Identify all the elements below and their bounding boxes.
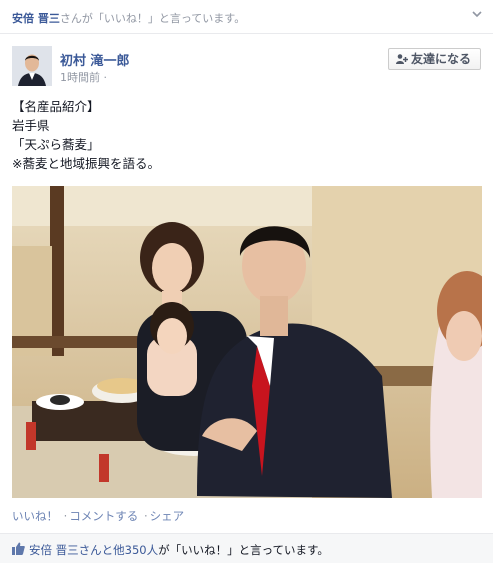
story-action-text: さんが「いいね！」と言っています。 — [59, 12, 246, 25]
author-avatar[interactable] — [12, 46, 52, 86]
story-header-text: 安倍 晋三さんが「いいね！」と言っています。 — [12, 10, 245, 26]
story-actor-link[interactable]: 安倍 晋三 — [12, 12, 60, 25]
comment-link[interactable]: コメントする — [69, 509, 138, 523]
likes-actors-link[interactable]: 安倍 晋三さんと他350人 — [29, 543, 158, 557]
share-link[interactable]: シェア — [150, 509, 185, 523]
likes-suffix: が「いいね！」と言っています。 — [158, 543, 329, 557]
chevron-down-icon[interactable] — [471, 8, 483, 20]
post-timestamp[interactable]: 1時間前 · — [60, 69, 107, 85]
post-photo[interactable] — [12, 186, 482, 498]
post-line: ※蕎麦と地域振興を語る。 — [12, 156, 160, 171]
author-name[interactable]: 初村 滝一郎 — [60, 50, 130, 69]
post-line: 【名産品紹介】 — [12, 99, 100, 114]
add-friend-label: 友達になる — [411, 52, 472, 66]
post-actions: いいね！ · コメントする · シェア — [12, 508, 184, 524]
post-line: 「天ぷら蕎麦」 — [12, 137, 100, 152]
like-link[interactable]: いいね！ — [12, 509, 58, 523]
add-friend-button[interactable]: 友達になる — [388, 48, 481, 70]
post-text: 【名産品紹介】 岩手県 「天ぷら蕎麦」 ※蕎麦と地域振興を語る。 — [12, 97, 160, 173]
like-thumb-icon — [12, 542, 25, 555]
story-header: 安倍 晋三さんが「いいね！」と言っています。 — [0, 0, 493, 34]
separator: · — [63, 509, 68, 523]
likes-summary-bar: 安倍 晋三さんと他350人が「いいね！」と言っています。 — [0, 533, 493, 563]
separator: · — [143, 509, 148, 523]
post-line: 岩手県 — [12, 118, 50, 133]
likes-summary-text: 安倍 晋三さんと他350人が「いいね！」と言っています。 — [29, 542, 329, 558]
add-friend-icon — [396, 54, 408, 64]
